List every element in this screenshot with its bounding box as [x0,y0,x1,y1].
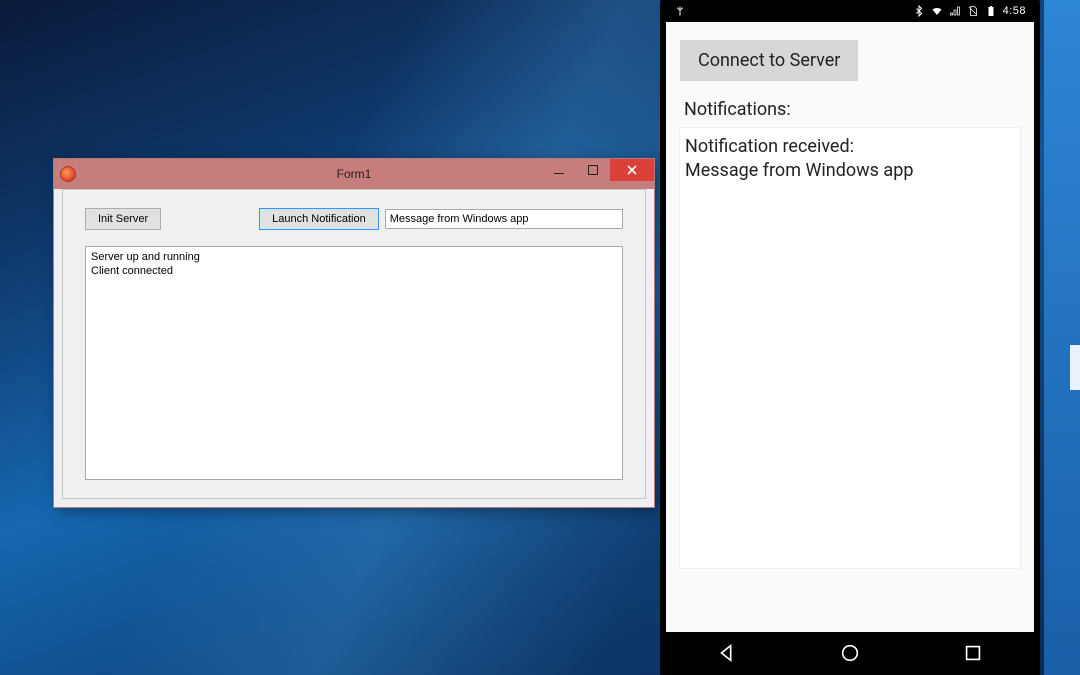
maximize-button[interactable] [576,159,610,181]
wifi-icon [931,5,943,17]
phone-screen: 4:58 Connect to Server Notifications: No… [666,0,1034,675]
bluetooth-icon [913,5,925,17]
battery-icon [985,5,997,17]
titlebar[interactable]: Form1 [54,159,654,189]
desktop-edge-panel [1044,0,1080,675]
message-input[interactable] [385,209,623,229]
windows-form: Form1 Init Server Launch Notification Se… [53,158,655,508]
desktop-wallpaper: Form1 Init Server Launch Notification Se… [0,0,1080,675]
android-phone: 4:58 Connect to Server Notifications: No… [660,0,1040,675]
home-button[interactable] [839,642,861,669]
close-icon [627,165,637,175]
home-icon [839,642,861,664]
notifications-box[interactable]: Notification received: Message from Wind… [680,128,1020,568]
init-server-button[interactable]: Init Server [85,208,161,230]
minimize-button[interactable] [542,159,576,181]
recent-icon [962,642,984,664]
toolbar-row: Init Server Launch Notification [85,208,623,230]
log-memo[interactable]: Server up and running Client connected [85,246,623,480]
status-time: 4:58 [1003,5,1026,17]
form-client-area: Init Server Launch Notification Server u… [62,189,646,499]
close-button[interactable] [610,159,654,181]
back-icon [716,642,738,664]
recent-button[interactable] [962,642,984,669]
psi-icon [674,5,686,17]
notifications-label: Notifications: [684,99,1020,120]
nav-bar [666,632,1034,675]
window-controls [542,159,654,181]
app-body: Connect to Server Notifications: Notific… [666,22,1034,568]
signal-icon [949,5,961,17]
status-bar: 4:58 [666,0,1034,22]
app-icon [60,166,76,182]
launch-notification-button[interactable]: Launch Notification [259,208,379,230]
edge-handle[interactable] [1070,345,1080,390]
no-sim-icon [967,5,979,17]
back-button[interactable] [716,642,738,669]
connect-server-button[interactable]: Connect to Server [680,40,858,81]
